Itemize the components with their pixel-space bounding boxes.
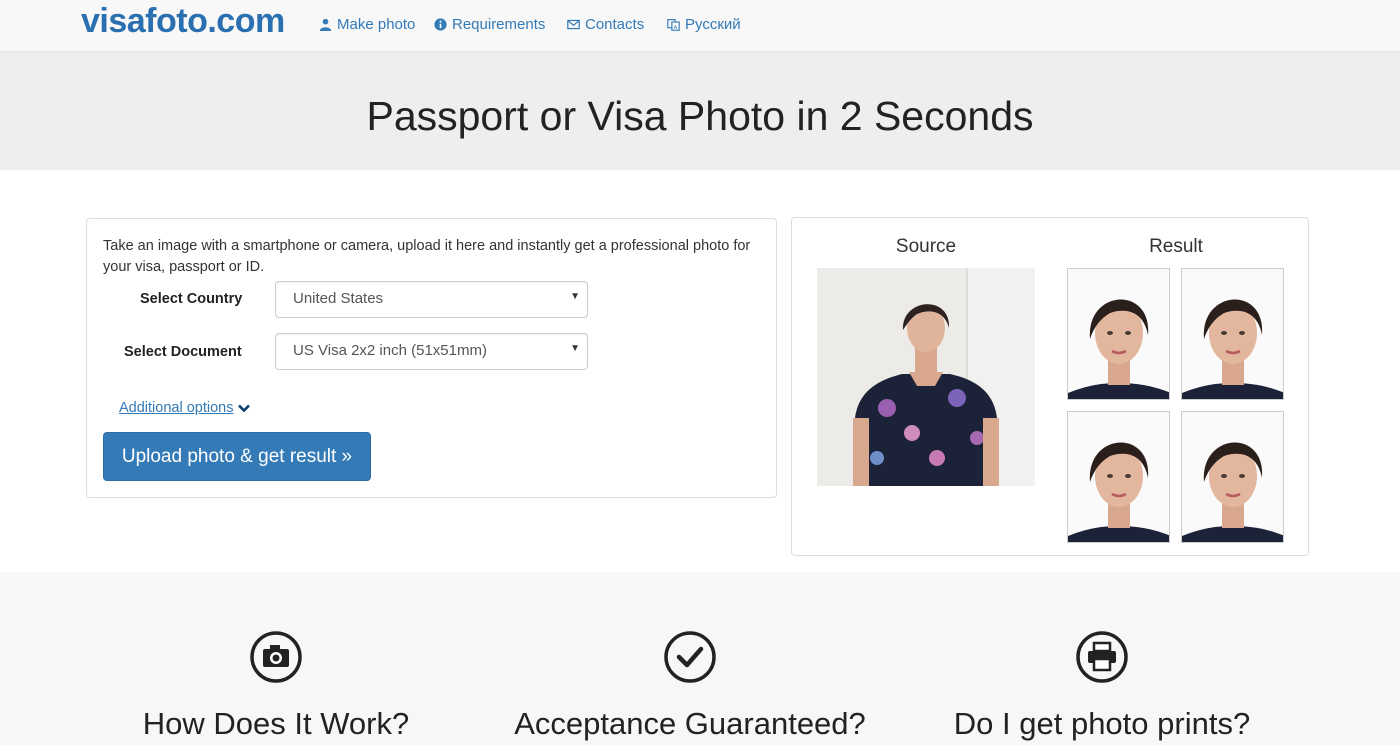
hero-banner: Passport or Visa Photo in 2 Seconds [0,52,1400,170]
result-photo [1181,411,1284,543]
upload-form-panel: Take an image with a smartphone or camer… [86,218,777,498]
nav-language-label: Русский [685,16,741,33]
page-title: Passport or Visa Photo in 2 Seconds [366,93,1034,139]
intro-text: Take an image with a smartphone or camer… [103,238,751,275]
user-icon [319,18,332,31]
source-caption: Source [895,236,957,257]
country-label: Select Country [140,291,243,307]
printer-icon [1076,631,1128,683]
language-icon: A [667,19,680,31]
document-label: Select Document [124,344,242,360]
chevron-down-icon [238,404,251,413]
navbar: visafoto.com Make photo Requirements Con… [0,0,1400,52]
nav-requirements-label: Requirements [452,16,546,33]
features-section: How Does It Work? Acceptance Guaranteed?… [0,572,1400,745]
source-photo [817,268,1035,486]
upload-button[interactable]: Upload photo & get result » [103,432,371,481]
result-photo [1181,268,1284,400]
feature-title-prints: Do I get photo prints? [953,706,1251,741]
result-photo [1067,411,1170,543]
document-select-value: US Visa 2x2 inch (51x51mm) [293,342,487,359]
nav-make-photo[interactable]: Make photo [319,16,415,33]
chevron-down-icon: ▼ [570,291,580,302]
nav-contacts-label: Contacts [585,16,645,33]
document-select[interactable]: US Visa 2x2 inch (51x51mm) ▼ [275,333,588,370]
country-select-value: United States [293,290,384,307]
nav-contacts[interactable]: Contacts [567,16,644,33]
feature-title-acceptance: Acceptance Guaranteed? [514,706,866,741]
brand-logo[interactable]: visafoto.com [81,2,285,41]
envelope-icon [567,19,580,30]
camera-icon [250,631,302,683]
result-photo [1067,268,1170,400]
additional-options-label: Additional options [119,400,234,416]
nav-language[interactable]: A Русский [667,16,741,33]
check-circle-icon [664,631,716,683]
nav-requirements[interactable]: Requirements [434,16,545,33]
nav-make-photo-label: Make photo [337,16,416,33]
chevron-down-icon: ▼ [570,343,580,354]
svg-text:A: A [674,25,678,31]
result-caption: Result [1149,236,1203,257]
country-select[interactable]: United States ▼ [275,281,588,318]
info-circle-icon [434,18,447,31]
additional-options-link[interactable]: Additional options [119,400,251,416]
preview-panel: Source Result [791,217,1309,556]
feature-title-how: How Does It Work? [142,706,410,741]
